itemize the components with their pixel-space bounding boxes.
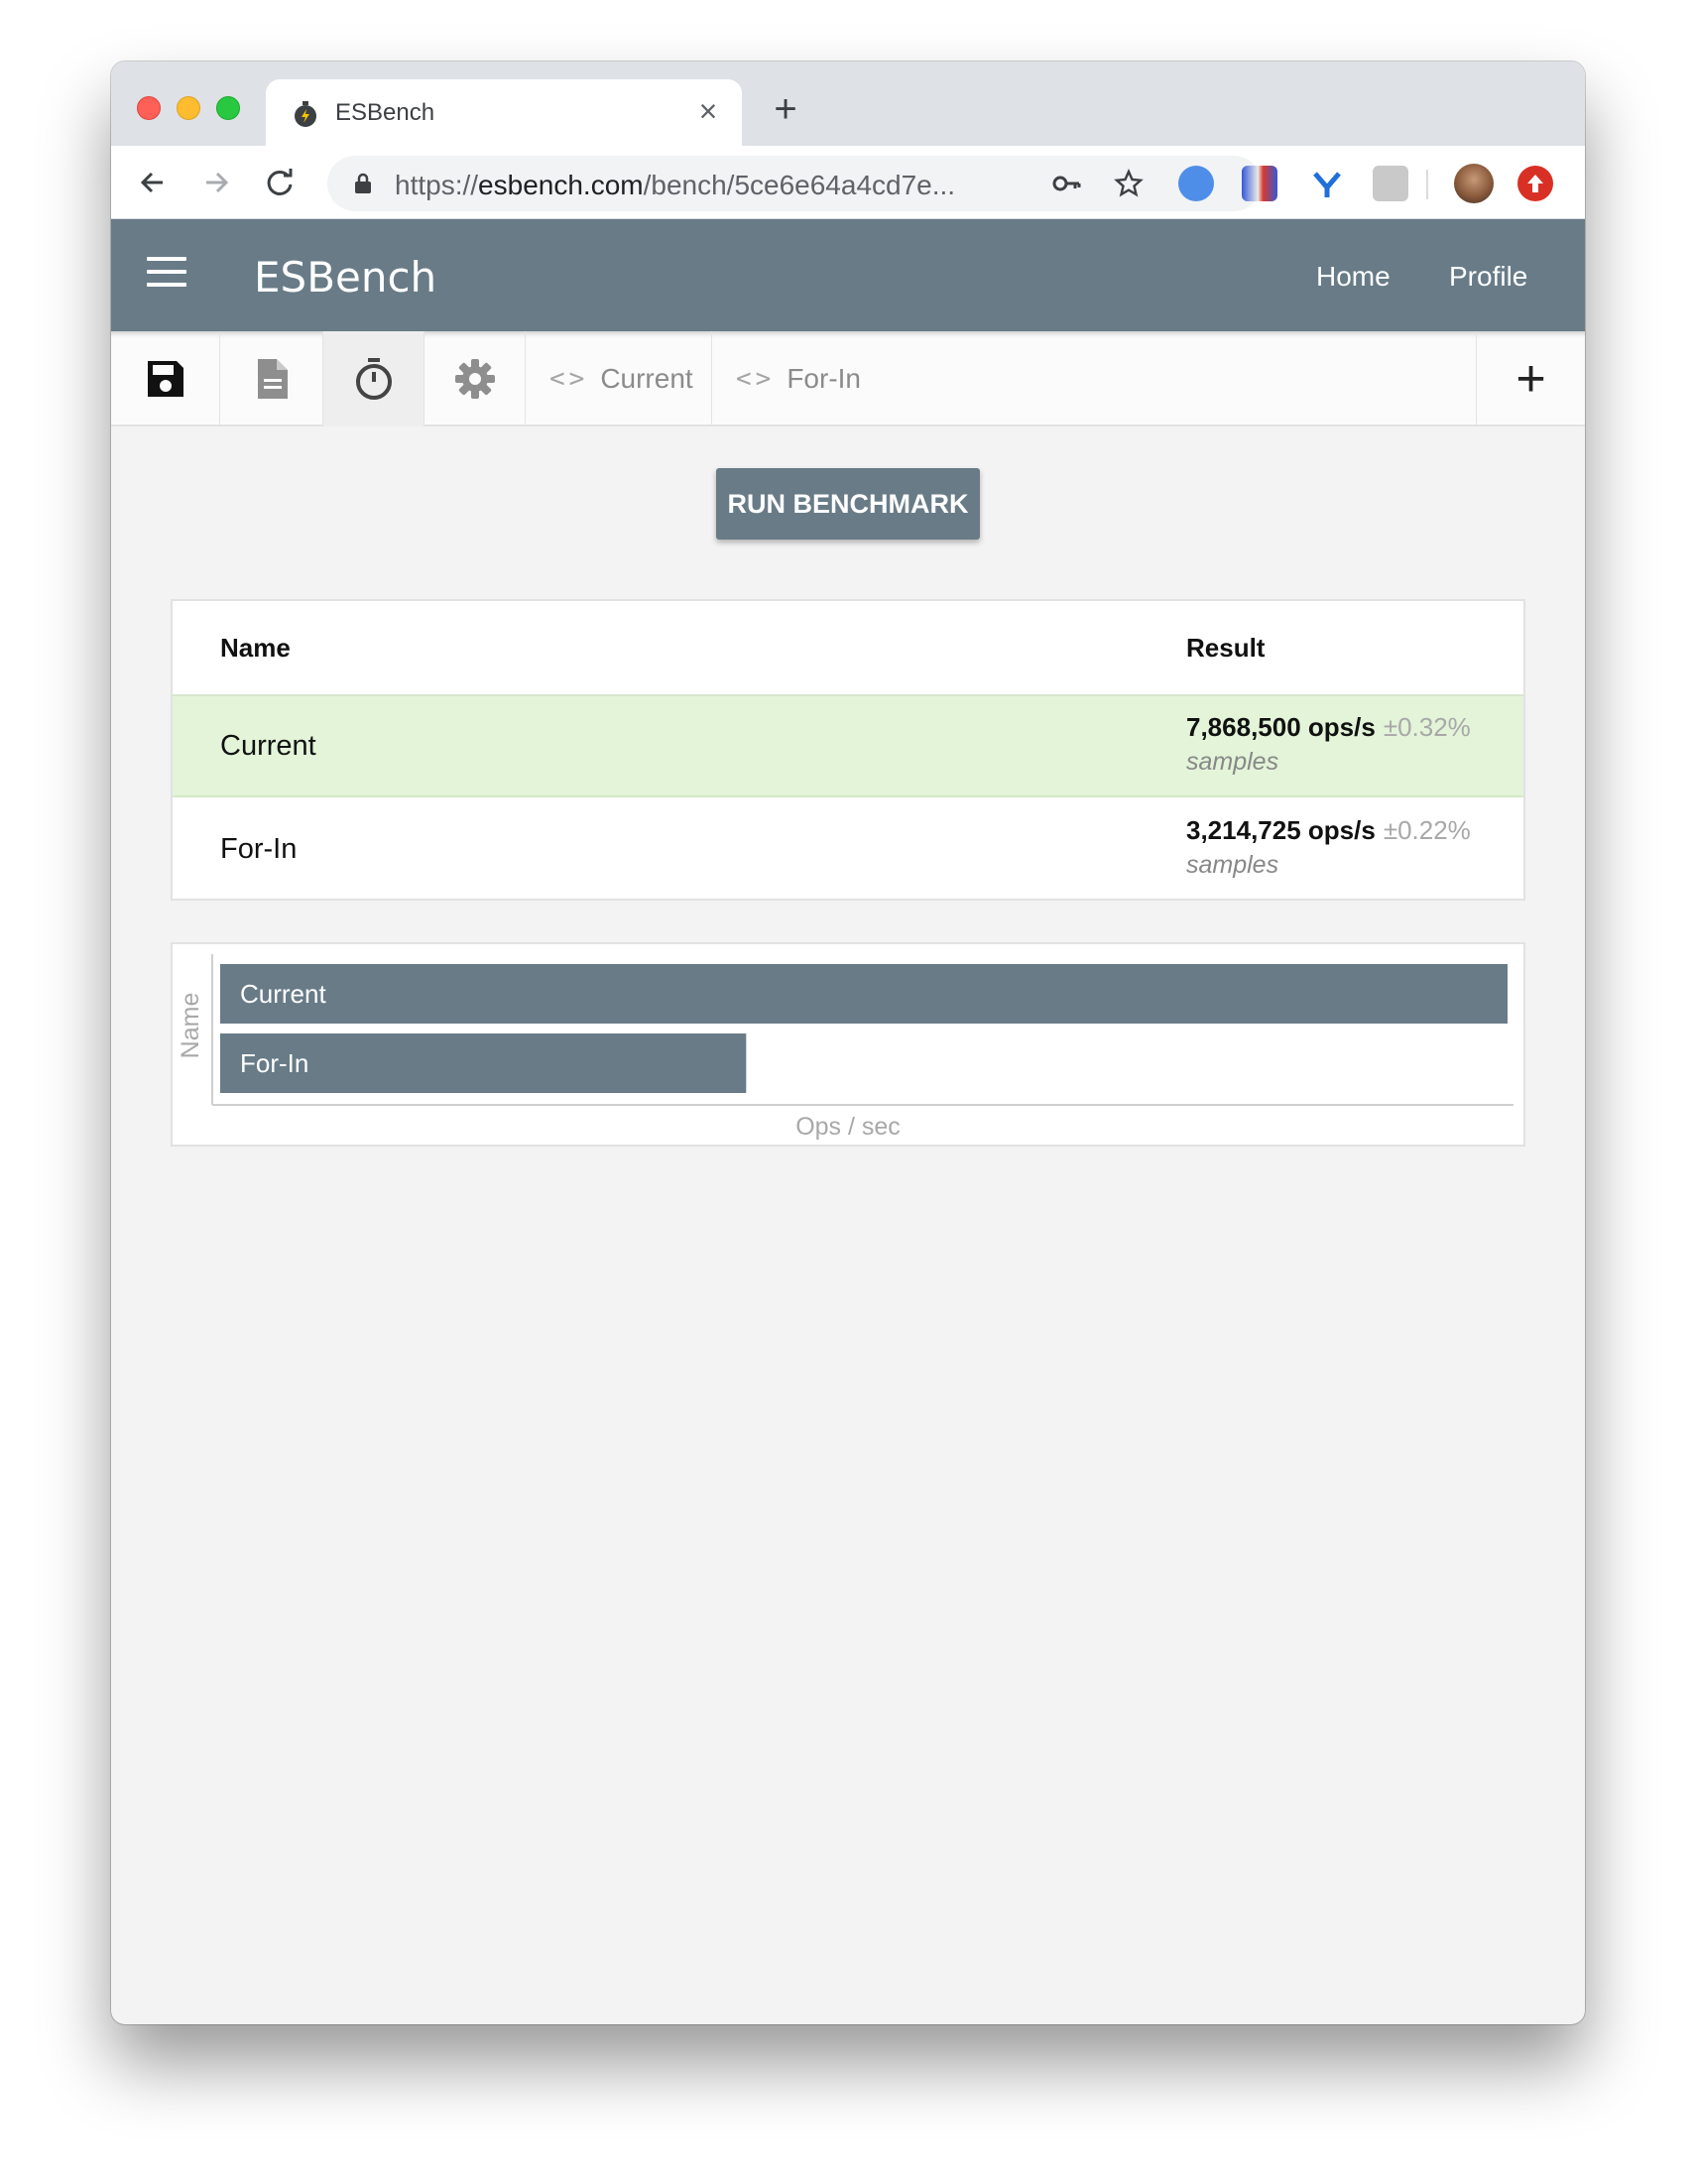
ghostery-extension-icon[interactable] <box>1178 166 1214 201</box>
y-axis-label: Name <box>177 993 204 1059</box>
stopwatch-icon <box>355 358 392 400</box>
run-benchmark-button[interactable]: RUN BENCHMARK <box>716 468 980 540</box>
close-window-button[interactable] <box>137 96 161 120</box>
new-tab-button[interactable]: + <box>766 89 805 131</box>
toolbar-divider <box>1426 170 1428 199</box>
stopwatch-favicon-icon <box>295 101 316 127</box>
row-samples: samples <box>1186 748 1279 776</box>
nav-profile-link[interactable]: Profile <box>1449 261 1527 293</box>
row-name: For-In <box>220 833 298 865</box>
results-chart: Current For-In Ops / sec Name <box>171 942 1525 1147</box>
x-axis-label: Ops / sec <box>795 1113 901 1141</box>
row-name: Current <box>220 730 316 762</box>
grey-extension-icon[interactable] <box>1373 166 1408 201</box>
reload-icon <box>267 169 293 195</box>
chart-bar <box>220 964 1508 1024</box>
back-button[interactable] <box>133 163 173 202</box>
bar-chart: Current For-In Ops / sec Name <box>177 954 1514 1141</box>
row-error: ±0.32% <box>1383 712 1471 742</box>
tab-strip: ESBench × + <box>111 61 1585 146</box>
browser-toolbar: https://esbench.com/bench/5ce6e64a4cd7e.… <box>111 146 1585 219</box>
bar-label: Current <box>240 979 326 1009</box>
hamburger-menu-icon[interactable] <box>147 257 186 289</box>
add-test-button[interactable]: + <box>1476 331 1585 426</box>
key-icon[interactable] <box>1051 168 1083 199</box>
code-icon: <> <box>549 364 589 394</box>
table-row: For-In 3,214,725 ops/s ±0.22% samples <box>173 799 1523 901</box>
table-row: Current 7,868,500 ops/s ±0.32% samples <box>173 696 1523 797</box>
minimize-window-button[interactable] <box>177 96 200 120</box>
document-icon <box>257 359 288 399</box>
lighthouse-extension-icon[interactable] <box>1242 166 1277 201</box>
back-arrow-icon <box>140 172 163 193</box>
tab-current[interactable]: <> Current <box>526 331 712 426</box>
profile-avatar[interactable] <box>1454 164 1494 203</box>
tab-label: For-In <box>787 363 861 394</box>
app-header: ESBench Home Profile <box>111 219 1585 331</box>
tab-for-in[interactable]: <> For-In <box>712 331 1482 426</box>
browser-window: ESBench × + https://esbench.com/bench/5c… <box>111 61 1585 2024</box>
bookmark-star-icon[interactable] <box>1113 168 1145 199</box>
column-header-result: Result <box>1186 633 1266 663</box>
gear-icon <box>454 359 495 399</box>
settings-button[interactable] <box>424 331 526 426</box>
yoast-extension-icon[interactable] <box>1309 166 1345 201</box>
maximize-window-button[interactable] <box>216 96 240 120</box>
row-samples: samples <box>1186 851 1279 879</box>
url-text: https://esbench.com/bench/5ce6e64a4cd7e.… <box>395 170 956 200</box>
row-ops: 7,868,500 ops/s ±0.32% <box>1186 712 1471 742</box>
address-bar[interactable]: https://esbench.com/bench/5ce6e64a4cd7e.… <box>327 156 1262 211</box>
bar-label: For-In <box>240 1048 308 1078</box>
table-header: Name Result <box>173 601 1523 696</box>
forward-button[interactable] <box>196 163 236 202</box>
results-table: Name Result Current 7,868,500 ops/s ±0.32… <box>171 599 1525 901</box>
save-button[interactable] <box>111 331 220 426</box>
browser-tab[interactable]: ESBench × <box>266 79 742 146</box>
benchmark-button[interactable] <box>323 331 424 426</box>
tab-label: Current <box>600 363 693 394</box>
nav-home-link[interactable]: Home <box>1316 261 1391 293</box>
row-error: ±0.22% <box>1383 815 1471 845</box>
document-button[interactable] <box>220 331 323 426</box>
lock-icon <box>355 173 371 193</box>
tab-title: ESBench <box>335 99 435 126</box>
row-ops: 3,214,725 ops/s ±0.22% <box>1186 815 1471 845</box>
save-icon <box>147 361 183 397</box>
brand-title[interactable]: ESBench <box>254 253 436 302</box>
update-icon[interactable] <box>1517 166 1553 201</box>
forward-arrow-icon <box>206 172 229 193</box>
code-icon: <> <box>736 364 776 394</box>
reload-button[interactable] <box>260 163 300 202</box>
column-header-name: Name <box>220 633 291 663</box>
close-tab-icon[interactable]: × <box>692 95 724 127</box>
editor-tab-bar: <> Current <> For-In + <box>111 331 1585 426</box>
